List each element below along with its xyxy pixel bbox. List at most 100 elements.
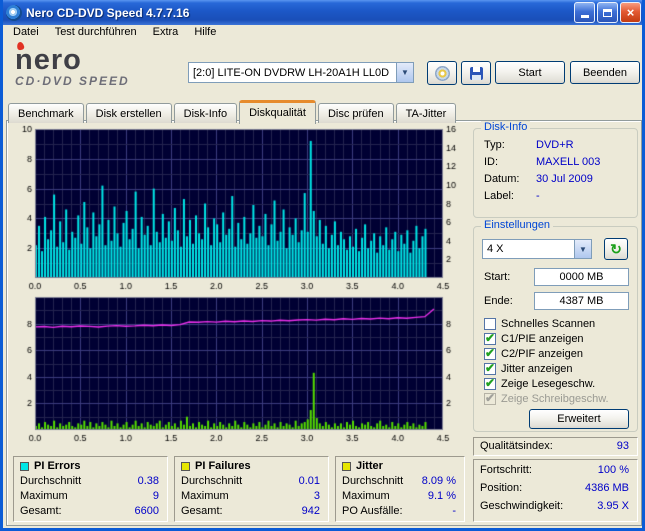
tab-disk-erstellen[interactable]: Disk erstellen: [86, 103, 172, 123]
stat-value: -: [452, 505, 456, 517]
checkbox-icon[interactable]: ✔: [484, 333, 496, 345]
speed-select[interactable]: 4 X ▼: [482, 239, 592, 259]
disk-info-label: Datum:: [484, 173, 519, 185]
tab-disk-info[interactable]: Disk-Info: [174, 103, 237, 123]
end-field-label: Ende:: [484, 295, 513, 307]
menu-item-test-durchfuehren[interactable]: Test durchführen: [47, 24, 145, 40]
menu-item-datei[interactable]: Datei: [5, 24, 47, 40]
pi-errors-title: PI Errors: [34, 460, 80, 472]
stat-label: Maximum: [181, 490, 229, 502]
quality-index-label: Qualitätsindex:: [480, 440, 553, 452]
chevron-down-icon[interactable]: ▼: [396, 63, 413, 82]
start-button[interactable]: Start: [495, 61, 565, 84]
save-icon: [470, 67, 483, 80]
settings-group: Einstellungen 4 X ▼ ↻ Start: 0000 MB End…: [473, 226, 638, 432]
jitter-panel: Jitter Durchschnitt 8.09 % Maximum 9.1 %…: [335, 456, 465, 522]
quality-index-panel: Qualitätsindex: 93: [473, 437, 638, 456]
stat-label: Durchschnitt: [342, 475, 403, 487]
checkbox-schnelles-scannen[interactable]: ✔ Schnelles Scannen: [484, 317, 595, 331]
tab-strip: Benchmark Disk erstellen Disk-Info Diskq…: [8, 99, 458, 123]
start-field-label: Start:: [484, 271, 510, 283]
drive-select[interactable]: [2:0] LITE-ON DVDRW LH-20A1H LL0D ▼: [188, 62, 414, 83]
stat-value: 6600: [135, 505, 159, 517]
quit-button[interactable]: Beenden: [570, 61, 640, 84]
settings-group-title: Einstellungen: [481, 219, 553, 231]
jitter-title: Jitter: [356, 460, 383, 472]
checkbox-icon[interactable]: ✔: [484, 318, 496, 330]
stat-value: 0.01: [299, 475, 320, 487]
pie-chart-canvas: [13, 125, 465, 291]
stat-value: 8.09 %: [422, 475, 456, 487]
end-field[interactable]: 4387 MB: [534, 292, 629, 310]
logo-text-cd-dvd-speed: CD·DVD SPEED: [15, 74, 185, 88]
maximize-button[interactable]: [597, 2, 618, 23]
stat-label: Maximum: [20, 490, 68, 502]
progress-label: Fortschritt:: [480, 464, 532, 476]
stat-label: PO Ausfälle:: [342, 505, 403, 517]
disc-icon: [435, 66, 450, 81]
jitter-legend-icon: [342, 462, 351, 471]
checkbox-icon[interactable]: ✔: [484, 363, 496, 375]
start-field-value: 0000 MB: [559, 271, 603, 283]
checkbox-zeige-schreibgeschw: ✔ Zeige Schreibgeschw.: [484, 392, 609, 406]
pi-errors-panel: PI Errors Durchschnitt 0.38 Maximum 9 Ge…: [13, 456, 168, 522]
chevron-down-icon[interactable]: ▼: [574, 240, 591, 258]
stat-label: Durchschnitt: [181, 475, 242, 487]
maximize-icon: [603, 9, 612, 17]
disk-info-value-typ: DVD+R: [536, 139, 574, 151]
checkbox-c1-pie-anzeigen[interactable]: ✔ C1/PIE anzeigen: [484, 332, 584, 346]
menu-bar: Datei Test durchführen Extra Hilfe: [3, 22, 642, 41]
tab-benchmark[interactable]: Benchmark: [8, 103, 84, 123]
refresh-button[interactable]: ↻: [604, 238, 628, 260]
drive-select-value: [2:0] LITE-ON DVDRW LH-20A1H LL0D: [189, 67, 396, 79]
checkbox-c2-pif-anzeigen[interactable]: ✔ C2/PIF anzeigen: [484, 347, 583, 361]
quality-index-value: 93: [617, 440, 629, 452]
speed-label: Geschwindigkeit:: [480, 500, 563, 512]
disk-info-value-datum: 30 Jul 2009: [536, 173, 593, 185]
stat-value: 942: [302, 505, 320, 517]
tab-ta-jitter[interactable]: TA-Jitter: [396, 103, 457, 123]
end-field-value: 4387 MB: [559, 295, 603, 307]
minimize-icon: [581, 10, 589, 18]
menu-item-extra[interactable]: Extra: [145, 24, 187, 40]
checkbox-jitter-anzeigen[interactable]: ✔ Jitter anzeigen: [484, 362, 573, 376]
disk-info-group: Disk-Info Typ: DVD+R ID: MAXELL 003 Datu…: [473, 128, 638, 218]
pi-failures-panel: PI Failures Durchschnitt 0.01 Maximum 3 …: [174, 456, 329, 522]
checkbox-icon: ✔: [484, 393, 496, 405]
menu-item-hilfe[interactable]: Hilfe: [186, 24, 224, 40]
stat-value: 9: [153, 490, 159, 502]
position-value: 4386 MB: [585, 482, 629, 494]
nero-logo: nero CD·DVD SPEED: [15, 46, 185, 92]
checkbox-icon[interactable]: ✔: [484, 378, 496, 390]
disk-info-label: Label:: [484, 190, 514, 202]
minimize-button[interactable]: [574, 2, 595, 23]
close-icon: ×: [627, 5, 635, 20]
app-icon: [6, 5, 22, 21]
refresh-icon: ↻: [610, 241, 622, 258]
logo-text-nero: nero: [15, 46, 185, 74]
disk-info-group-title: Disk-Info: [481, 121, 530, 133]
tab-diskqualitaet[interactable]: Diskqualität: [239, 100, 316, 124]
stat-label: Durchschnitt: [20, 475, 81, 487]
stat-label: Maximum: [342, 490, 390, 502]
speed-select-value: 4 X: [483, 243, 574, 255]
pi-errors-legend-icon: [20, 462, 29, 471]
progress-value: 100 %: [598, 464, 629, 476]
disk-info-value-label: -: [536, 190, 540, 202]
save-button[interactable]: [461, 61, 491, 85]
stat-label: Gesamt:: [20, 505, 62, 517]
disc-eject-button[interactable]: [427, 61, 457, 85]
progress-panel: Fortschritt: 100 % Position: 4386 MB Ges…: [473, 459, 638, 522]
window-title: Nero CD-DVD Speed 4.7.7.16: [26, 6, 574, 20]
checkbox-zeige-lesegeschw[interactable]: ✔ Zeige Lesegeschw.: [484, 377, 595, 391]
disk-info-label: Typ:: [484, 139, 505, 151]
stat-value: 0.38: [138, 475, 159, 487]
disk-info-value-id: MAXELL 003: [536, 156, 600, 168]
advanced-button[interactable]: Erweitert: [529, 409, 629, 429]
pi-failures-legend-icon: [181, 462, 190, 471]
close-button[interactable]: ×: [620, 2, 641, 23]
checkbox-icon[interactable]: ✔: [484, 348, 496, 360]
start-field[interactable]: 0000 MB: [534, 268, 629, 286]
tab-disc-pruefen[interactable]: Disc prüfen: [318, 103, 394, 123]
pi-failures-title: PI Failures: [195, 460, 251, 472]
